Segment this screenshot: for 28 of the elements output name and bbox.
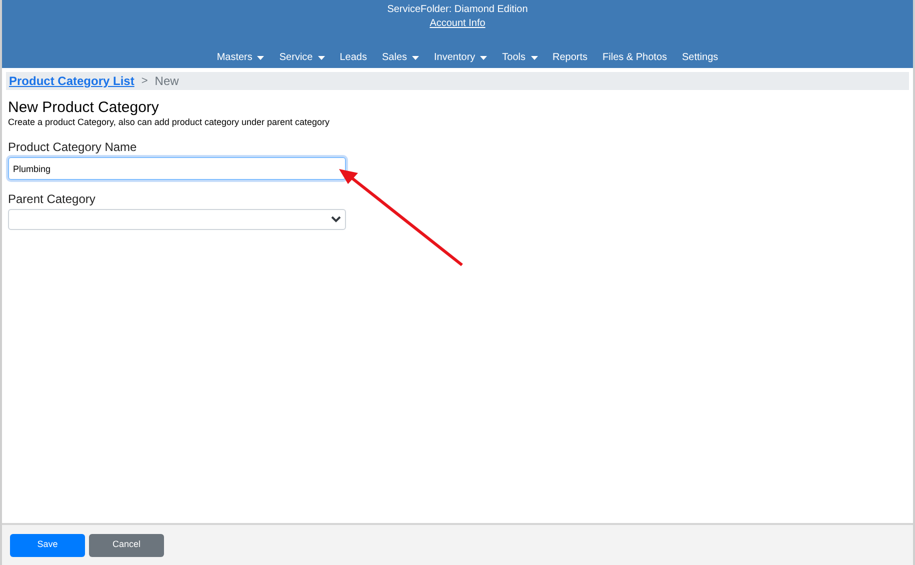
breadcrumb-separator: >	[141, 74, 148, 89]
caret-icon	[480, 56, 488, 60]
caret-icon	[530, 56, 538, 60]
nav-menu-item[interactable]: Service	[279, 50, 325, 65]
field-label: Product Category Name	[8, 140, 138, 154]
nav-menu-item[interactable]: Leads	[340, 50, 367, 65]
nav-menu-item[interactable]: Masters	[216, 50, 264, 65]
select-field[interactable]	[8, 209, 346, 230]
page-description: Create a product Category, also can add product category under parent category	[8, 117, 331, 128]
caret-icon	[257, 56, 264, 60]
field-label: Parent Category	[8, 192, 96, 206]
text-field[interactable]: Plumbing	[8, 157, 346, 180]
breadcrumb-current: New	[154, 73, 179, 90]
breadcrumb-link[interactable]: Product Category List	[9, 72, 134, 90]
nav-menu-item[interactable]: Settings	[682, 50, 718, 65]
caret-icon	[318, 56, 325, 60]
chevron-down-icon	[331, 216, 341, 223]
app-title: ServiceFolder: Diamond Edition	[387, 3, 528, 16]
nav-menu-item[interactable]: Inventory	[434, 50, 488, 65]
nav-menu-item[interactable]: Reports	[552, 50, 588, 65]
page-title: New Product Category	[8, 99, 160, 117]
nav-menu-item[interactable]: Sales	[382, 50, 420, 65]
save-button[interactable]: Save	[10, 534, 85, 556]
caret-icon	[412, 56, 420, 60]
cancel-button[interactable]: Cancel	[89, 534, 164, 556]
nav-menu-item[interactable]: Tools	[502, 50, 538, 65]
nav-menu-item[interactable]: Files & Photos	[602, 50, 668, 65]
account-info-link[interactable]: Account Info	[430, 17, 486, 30]
